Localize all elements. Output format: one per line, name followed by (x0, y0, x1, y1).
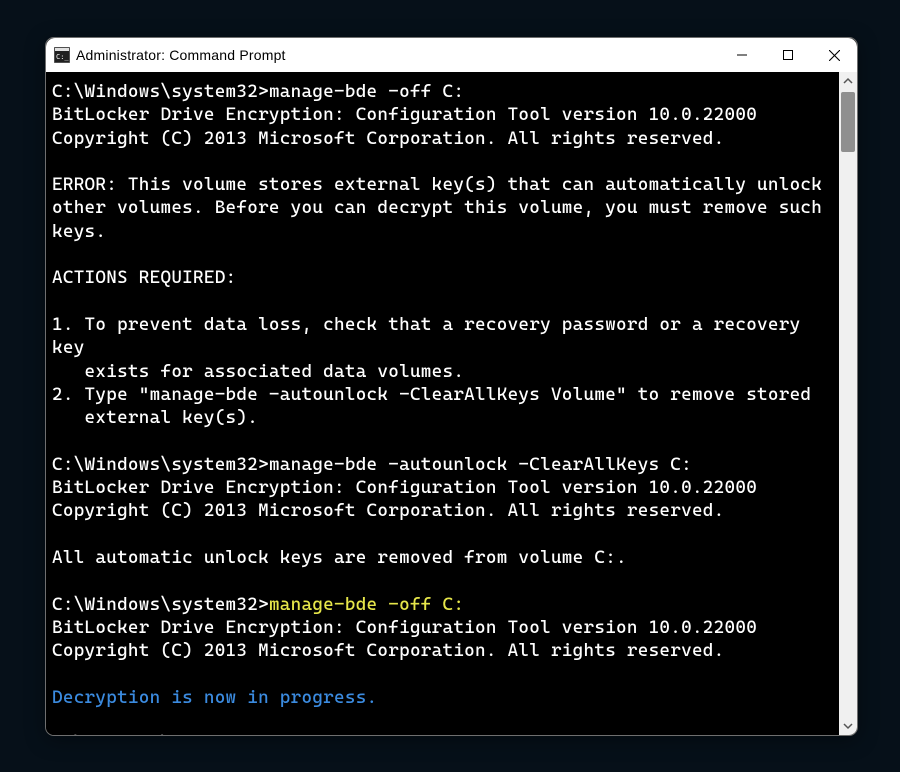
terminal-text: BitLocker Drive Encryption: Configuratio… (52, 617, 757, 638)
terminal-line (52, 429, 833, 452)
terminal-line: BitLocker Drive Encryption: Configuratio… (52, 103, 833, 126)
terminal-line (52, 290, 833, 313)
terminal-line: ACTIONS REQUIRED: (52, 266, 833, 289)
terminal-line: ERROR: This volume stores external key(s… (52, 173, 833, 243)
terminal-line (52, 523, 833, 546)
status-message: Decryption is now in progress. (52, 687, 377, 708)
terminal-text: exists for associated data volumes. (52, 361, 464, 382)
terminal-text: All automatic unlock keys are removed fr… (52, 547, 627, 568)
terminal-line: BitLocker Drive Encryption: Configuratio… (52, 616, 833, 639)
terminal-text: BitLocker Drive Encryption: Configuratio… (52, 104, 757, 125)
terminal-line: Copyright (C) 2013 Microsoft Corporation… (52, 499, 833, 522)
terminal-line: Decryption is now in progress. (52, 686, 833, 709)
prompt-path: C:\Windows\system32> (52, 81, 269, 102)
terminal-text: 1. To prevent data loss, check that a re… (52, 314, 811, 358)
minimize-icon (737, 50, 747, 60)
terminal-text: ACTIONS REQUIRED: (52, 267, 236, 288)
terminal-line (52, 243, 833, 266)
titlebar[interactable]: C:_ Administrator: Command Prompt (46, 38, 857, 72)
terminal-line: Copyright (C) 2013 Microsoft Corporation… (52, 127, 833, 150)
terminal-output[interactable]: C:\Windows\system32>manage-bde -off C:Bi… (46, 72, 837, 735)
terminal-text: BitLocker Drive Encryption: Configuratio… (52, 477, 757, 498)
command-text: manage-bde -off C: (269, 594, 464, 615)
terminal-line (52, 709, 833, 732)
terminal-line (52, 662, 833, 685)
window-controls (719, 38, 857, 72)
close-icon (829, 50, 840, 61)
window-title: Administrator: Command Prompt (76, 47, 286, 63)
maximize-icon (783, 50, 793, 60)
terminal-line: All automatic unlock keys are removed fr… (52, 546, 833, 569)
terminal-line: C:\Windows\system32> (52, 732, 833, 736)
cmd-icon: C:_ (54, 47, 70, 63)
prompt-path: C:\Windows\system32> (52, 594, 269, 615)
terminal-line (52, 150, 833, 173)
scroll-up-button[interactable] (839, 72, 857, 90)
terminal-area: C:\Windows\system32>manage-bde -off C:Bi… (46, 72, 857, 735)
terminal-text: 2. Type "manage-bde -autounlock -ClearAl… (52, 384, 811, 405)
terminal-line: Copyright (C) 2013 Microsoft Corporation… (52, 639, 833, 662)
terminal-line: BitLocker Drive Encryption: Configuratio… (52, 476, 833, 499)
terminal-line: 1. To prevent data loss, check that a re… (52, 313, 833, 360)
minimize-button[interactable] (719, 38, 765, 72)
scroll-thumb[interactable] (841, 92, 855, 152)
terminal-text: ERROR: This volume stores external key(s… (52, 174, 833, 242)
terminal-text: Copyright (C) 2013 Microsoft Corporation… (52, 500, 725, 521)
terminal-text: Copyright (C) 2013 Microsoft Corporation… (52, 128, 725, 149)
maximize-button[interactable] (765, 38, 811, 72)
prompt-path: C:\Windows\system32> (52, 454, 269, 475)
terminal-line: C:\Windows\system32>manage-bde -autounlo… (52, 453, 833, 476)
terminal-line: external key(s). (52, 406, 833, 429)
terminal-line: 2. Type "manage-bde -autounlock -ClearAl… (52, 383, 833, 406)
chevron-up-icon (843, 76, 853, 86)
svg-text:C:_: C:_ (56, 53, 69, 61)
terminal-line (52, 569, 833, 592)
terminal-line: C:\Windows\system32>manage-bde -off C: (52, 593, 833, 616)
close-button[interactable] (811, 38, 857, 72)
scroll-down-button[interactable] (839, 717, 857, 735)
chevron-down-icon (843, 721, 853, 731)
terminal-text: Copyright (C) 2013 Microsoft Corporation… (52, 640, 725, 661)
command-text: manage-bde -autounlock -ClearAllKeys C: (269, 454, 692, 475)
terminal-line: exists for associated data volumes. (52, 360, 833, 383)
terminal-line: C:\Windows\system32>manage-bde -off C: (52, 80, 833, 103)
terminal-text: external key(s). (52, 407, 258, 428)
command-prompt-window: C:_ Administrator: Command Prompt (45, 37, 858, 736)
command-text: manage-bde -off C: (269, 81, 464, 102)
scrollbar-track[interactable] (839, 72, 857, 735)
prompt-path: C:\Windows\system32> (52, 733, 269, 736)
